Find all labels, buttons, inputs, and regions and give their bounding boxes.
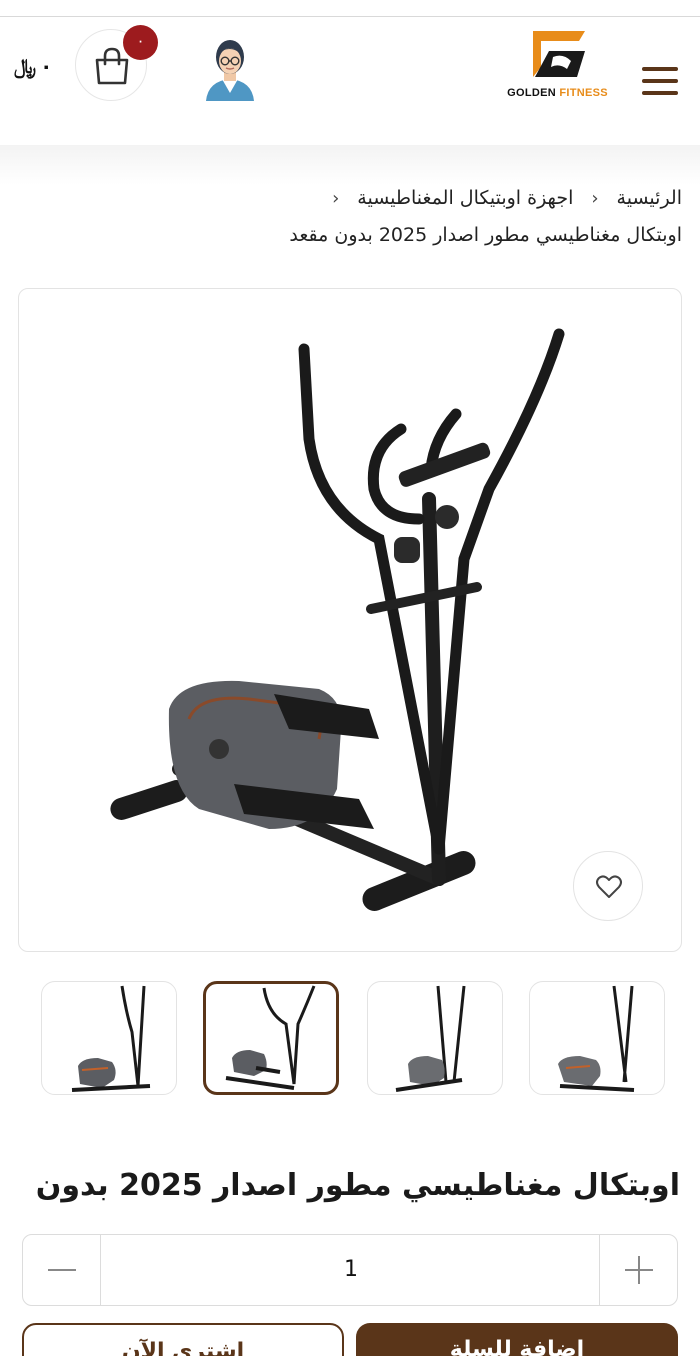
logo[interactable]: GOLDEN FITNESS <box>505 27 610 107</box>
cart-total-value: ٠ <box>40 54 53 78</box>
thumbnail-4[interactable] <box>41 981 177 1095</box>
thumbnail-3[interactable] <box>367 981 503 1095</box>
product-main-image[interactable] <box>18 288 682 952</box>
cart-count-badge: ٠ <box>123 25 158 60</box>
thumbnail-image <box>395 985 466 1092</box>
breadcrumb-home[interactable]: الرئيسية <box>617 187 682 209</box>
quantity-stepper: 1 <box>22 1234 678 1306</box>
site-header: GOLDEN FITNESS ٠ ﷼ ٠ <box>0 17 700 145</box>
breadcrumb-category[interactable]: اجهزة اوبتيكال المغناطيسية <box>357 187 573 209</box>
thumbnail-image <box>71 985 151 1092</box>
thumbnail-image <box>558 985 635 1092</box>
product-title: اوبتكال مغناطيسي مطور اصدار 2025 بدون <box>35 1168 680 1203</box>
minus-icon[interactable] <box>23 1235 101 1305</box>
chevron-icon: ‹ <box>591 188 599 209</box>
quantity-input[interactable]: 1 <box>101 1235 601 1305</box>
buy-now-button[interactable]: اشتري الآن <box>22 1323 344 1356</box>
cart-total: ﷼ ٠ <box>14 51 64 81</box>
menu-icon[interactable] <box>640 61 680 101</box>
plus-icon[interactable] <box>599 1235 677 1305</box>
logo-text: GOLDEN FITNESS <box>507 87 608 99</box>
chevron-icon: ‹ <box>332 188 340 209</box>
add-to-cart-button[interactable]: إضافة للسلة <box>356 1323 678 1356</box>
currency-symbol: ﷼ <box>14 54 37 78</box>
thumbnail-image <box>225 985 316 1090</box>
elliptical-trainer-image <box>110 328 565 911</box>
breadcrumb: الرئيسية ‹ اجهزة اوبتيكال المغناطيسية ‹ اوب… <box>22 180 682 253</box>
heart-icon <box>596 875 622 898</box>
avatar-icon[interactable] <box>200 35 260 101</box>
thumbnail-2[interactable] <box>203 981 339 1095</box>
breadcrumb-background <box>0 145 700 185</box>
thumbnail-1[interactable] <box>529 981 665 1095</box>
logo-mark-icon <box>533 31 585 77</box>
wishlist-button[interactable] <box>573 851 643 921</box>
breadcrumb-current: اوبتكال مغناطيسي مطور اصدار 2025 بدون مق… <box>289 224 682 246</box>
